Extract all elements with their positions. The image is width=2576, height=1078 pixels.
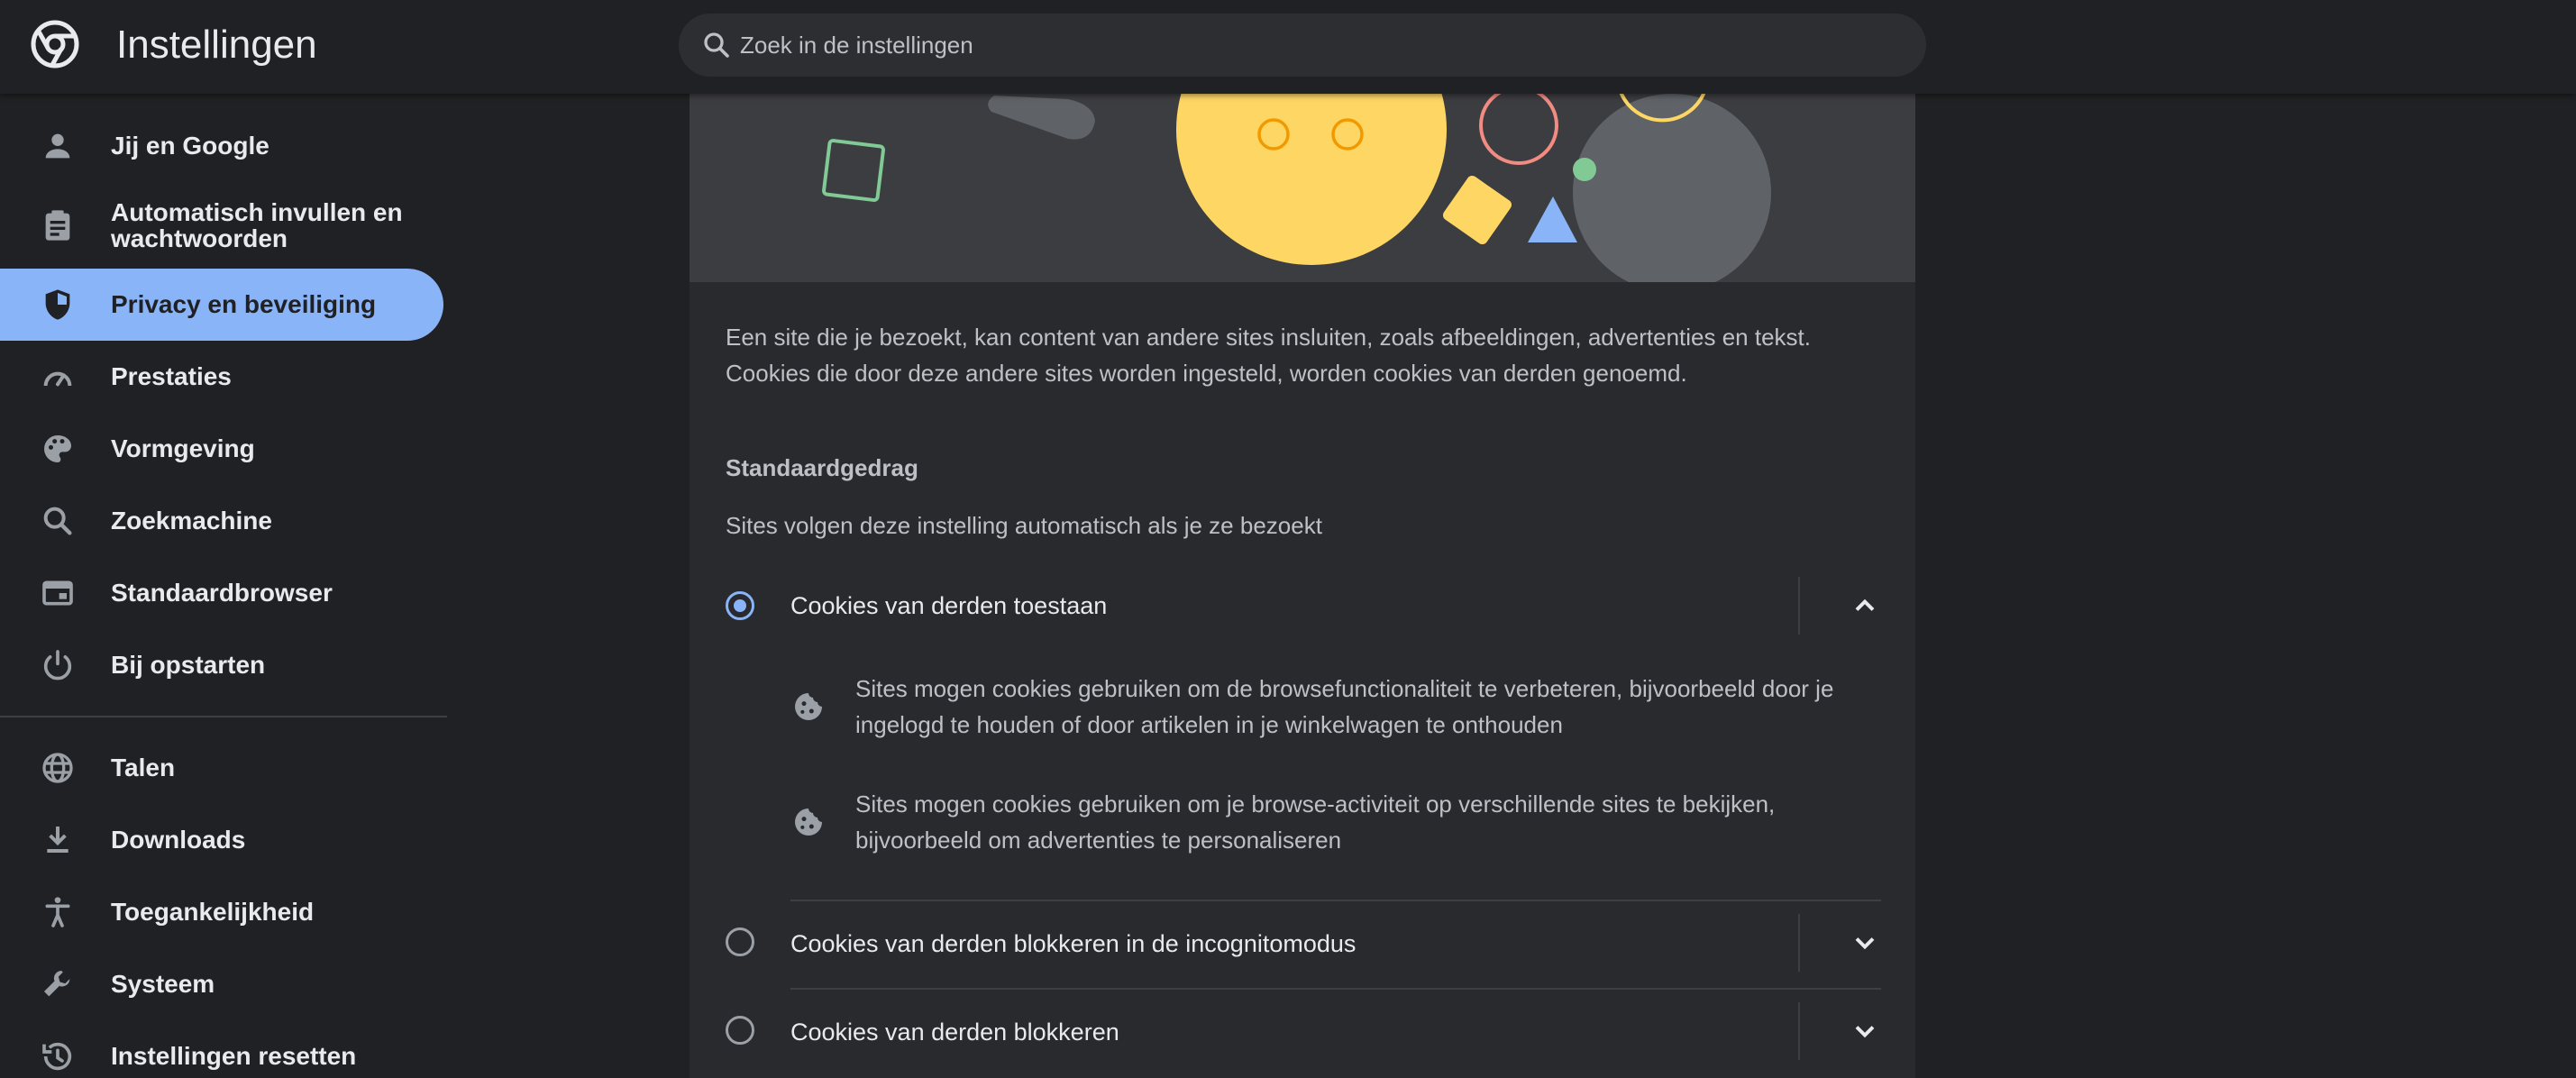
speedometer-icon [40,359,76,395]
sidebar-item-label: Standaardbrowser [111,579,333,607]
shield-icon [40,287,76,323]
sidebar-item-label: Vormgeving [111,434,255,462]
option-label: Cookies van derden blokkeren in de incog… [790,930,1357,957]
sidebar-item-reset-settings[interactable]: Instellingen resetten [0,1020,443,1078]
download-icon [40,822,76,858]
settings-card: Een site die je bezoekt, kan content van… [690,94,1915,1078]
sidebar-item-performance[interactable]: Prestaties [0,341,443,413]
option-block-third-party-cookies[interactable]: Cookies van derden blokkeren [690,990,1915,1073]
section-subtitle: Sites volgen deze instelling automatisch… [726,512,1322,539]
power-icon [40,647,76,683]
search-icon [704,32,729,58]
radio-button[interactable] [726,591,754,620]
sidebar-item-label: Prestaties [111,362,232,390]
history-icon [40,1038,76,1074]
sidebar-item-system[interactable]: Systeem [0,948,443,1020]
search-input[interactable] [740,14,1894,77]
sidebar-item-accessibility[interactable]: Toegankelijkheid [0,876,443,948]
globe-icon [40,750,76,786]
sidebar-item-privacy[interactable]: Privacy en beveiliging [0,269,443,341]
sidebar-item-default-browser[interactable]: Standaardbrowser [0,557,443,629]
search-box[interactable] [679,14,1926,77]
row-separator [1798,1002,1800,1060]
chrome-logo-icon [31,20,79,69]
radio-button[interactable] [726,927,754,956]
clipboard-icon [40,207,76,243]
chevron-down-icon[interactable] [1849,927,1881,959]
top-bar: Instellingen [0,0,2576,94]
sidebar-item-downloads[interactable]: Downloads [0,804,443,876]
sidebar-item-label: Toegankelijkheid [111,898,315,926]
sidebar-divider [0,716,447,717]
row-separator [1798,577,1800,635]
option-label: Cookies van derden blokkeren [790,1019,1119,1046]
sidebar-item-label: Jij en Google [111,132,269,160]
sidebar-item-label: Privacy en beveiliging [111,290,377,318]
sidebar-item-label: Systeem [111,970,215,998]
cookie-icon [795,808,822,836]
sidebar-item-label: Downloads [111,826,246,854]
person-icon [40,128,76,164]
sidebar-item-search-engine[interactable]: Zoekmachine [0,485,443,557]
sidebar-item-on-startup[interactable]: Bij opstarten [0,629,443,701]
cookie-detail-text: Sites mogen cookies gebruiken om de brow… [855,675,1834,738]
option-label: Cookies van derden toestaan [790,592,1108,619]
section-heading: Standaardgedrag [726,454,918,481]
cookies-illustration [690,94,1915,282]
sidebar-item-languages[interactable]: Talen [0,732,443,804]
sidebar-item-label: Automatisch invullen en wachtwoorden [111,198,403,252]
browser-window-icon [40,575,76,611]
radio-button[interactable] [726,1016,754,1045]
cookie-icon [795,693,822,720]
sidebar: Jij en Google Automatisch invullen en wa… [0,94,447,1078]
chevron-down-icon[interactable] [1849,1015,1881,1047]
option-block-in-incognito[interactable]: Cookies van derden blokkeren in de incog… [690,901,1915,984]
row-separator [1798,914,1800,972]
sidebar-item-appearance[interactable]: Vormgeving [0,413,443,485]
option-allow-third-party-cookies[interactable]: Cookies van derden toestaan [690,564,1915,647]
sidebar-item-label: Talen [111,754,176,781]
chevron-up-icon[interactable] [1849,589,1881,622]
intro-text: Een site die je bezoekt, kan content van… [726,324,1811,387]
sidebar-item-you-and-google[interactable]: Jij en Google [0,110,443,182]
palette-icon [40,431,76,467]
sidebar-item-label: Instellingen resetten [111,1042,357,1070]
cookie-detail-text: Sites mogen cookies gebruiken om je brow… [855,790,1776,854]
sidebar-item-autofill[interactable]: Automatisch invullen en wachtwoorden [0,189,443,261]
search-icon [40,503,76,539]
accessibility-icon [40,894,76,930]
wrench-icon [40,966,76,1002]
sidebar-item-label: Zoekmachine [111,507,272,534]
sidebar-item-label: Bij opstarten [111,651,266,679]
page-title: Instellingen [116,23,317,67]
